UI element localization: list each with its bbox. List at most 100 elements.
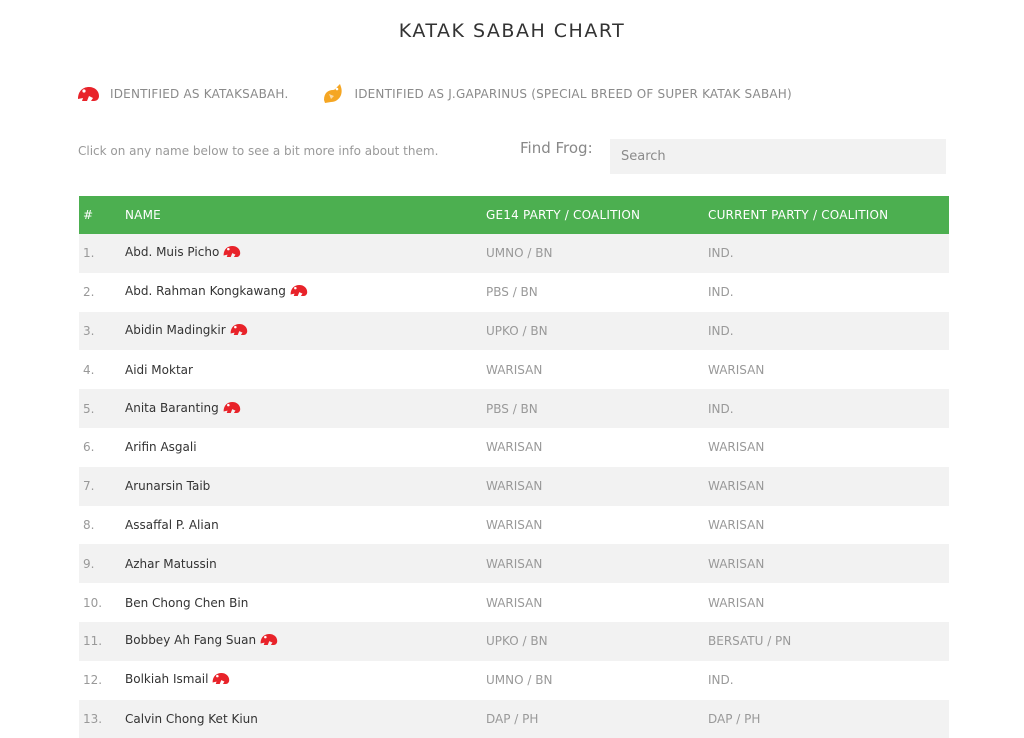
legend-gaparinus-label: IDENTIFIED AS J.GAPARINUS (SPECIAL BREED… [354, 87, 792, 101]
member-name[interactable]: Arifin Asgali [125, 440, 197, 454]
member-name-cell[interactable]: Assaffal P. Alian [125, 506, 486, 545]
member-name-cell[interactable]: Abd. Muis Picho [125, 234, 486, 273]
table-row: 5. Anita Baranting PBS / BN IND. [79, 389, 949, 428]
row-number: 9. [83, 556, 95, 571]
row-number: 12. [83, 673, 103, 688]
ge14-party: WARISAN [486, 362, 543, 377]
legend-item-katak: IDENTIFIED AS KATAKSABAH. [76, 85, 288, 103]
member-name[interactable]: Azhar Matussin [125, 557, 217, 571]
frog-red-icon [229, 322, 248, 340]
table-row: 1. Abd. Muis Picho UMNO / BN IND. [79, 234, 949, 273]
table-row: 13. Calvin Chong Ket Kiun DAP / PH DAP / PH [79, 699, 949, 738]
ge14-party: WARISAN [486, 479, 543, 494]
member-name-cell[interactable]: Arifin Asgali [125, 428, 486, 467]
table-row: 2. Abd. Rahman Kongkawang PBS / BN IND. [79, 272, 949, 312]
member-name-cell[interactable]: Calvin Chong Ket Kiun [125, 700, 486, 738]
ge14-party: WARISAN [486, 595, 543, 610]
member-name[interactable]: Ben Chong Chen Bin [125, 596, 248, 610]
frog-orange-icon [324, 84, 343, 103]
current-party: IND. [708, 246, 734, 261]
member-name[interactable]: Bolkiah Ismail [125, 672, 208, 686]
table-row: 7. Arunarsin Taib WARISAN WARISAN [79, 466, 949, 506]
frog-red-icon [289, 283, 308, 301]
current-party: IND. [708, 401, 734, 416]
member-name[interactable]: Abd. Muis Picho [125, 245, 219, 259]
ge14-party: WARISAN [486, 440, 543, 455]
row-number: 10. [83, 595, 103, 610]
member-name-cell[interactable]: Ben Chong Chen Bin [125, 583, 486, 622]
current-party: WARISAN [708, 556, 765, 571]
current-party: IND. [708, 285, 734, 300]
frog-red-icon [222, 244, 241, 262]
row-number: 8. [83, 517, 95, 532]
current-party: BERSATU / PN [708, 634, 792, 649]
instruction-text: Click on any name below to see a bit mor… [78, 144, 439, 158]
current-party: IND. [708, 323, 734, 338]
search-input[interactable] [610, 139, 946, 174]
member-name-cell[interactable]: Bolkiah Ismail [125, 661, 486, 700]
row-number: 3. [83, 323, 95, 338]
member-name[interactable]: Abd. Rahman Kongkawang [125, 284, 286, 298]
ge14-party: UPKO / BN [486, 634, 548, 649]
ge14-party: PBS / BN [486, 401, 538, 416]
table-row: 3. Abidin Madingkir UPKO / BN IND. [79, 311, 949, 351]
row-number: 11. [83, 634, 103, 649]
member-name-cell[interactable]: Arunarsin Taib [125, 467, 486, 506]
member-name-cell[interactable]: Abd. Rahman Kongkawang [125, 273, 486, 312]
find-frog-label: Find Frog: [520, 139, 593, 157]
page-title: KATAK SABAH CHART [398, 20, 626, 42]
member-name[interactable]: Arunarsin Taib [125, 479, 210, 493]
current-party: WARISAN [708, 517, 765, 532]
row-number: 7. [83, 479, 95, 494]
member-name-cell[interactable]: Abidin Madingkir [125, 312, 486, 351]
row-number: 5. [83, 401, 95, 416]
current-party: WARISAN [708, 479, 765, 494]
frog-red-icon [78, 87, 99, 101]
frog-red-icon [222, 400, 241, 418]
current-party: DAP / PH [708, 711, 761, 726]
row-number: 13. [83, 711, 103, 726]
ge14-party: UPKO / BN [486, 323, 548, 338]
legend-item-gaparinus: IDENTIFIED AS J.GAPARINUS (SPECIAL BREED… [320, 82, 792, 106]
row-number: 1. [83, 246, 95, 261]
current-party: WARISAN [708, 362, 765, 377]
column-header-number[interactable]: # [79, 196, 125, 234]
table-row: 11. Bobbey Ah Fang Suan UPKO / BN BERSATU /… [79, 621, 949, 661]
member-name-cell[interactable]: Anita Baranting [125, 389, 486, 428]
table-row: 6. Arifin Asgali WARISAN WARISAN [79, 427, 949, 467]
legend-katak-label: IDENTIFIED AS KATAKSABAH. [110, 87, 289, 101]
frog-red-icon [211, 671, 230, 689]
member-name-cell[interactable]: Azhar Matussin [125, 544, 486, 583]
current-party: IND. [708, 673, 734, 688]
table-row: 10. Ben Chong Chen Bin WARISAN WARISAN [79, 583, 949, 622]
frog-table: # NAME GE14 PARTY / COALITION CURRENT PA… [79, 196, 949, 738]
table-row: 12. Bolkiah Ismail UMNO / BN IND. [79, 660, 949, 700]
row-number: 4. [83, 362, 95, 377]
ge14-party: UMNO / BN [486, 673, 553, 688]
ge14-party: WARISAN [486, 556, 543, 571]
current-party: WARISAN [708, 595, 765, 610]
column-header-ge14-party[interactable]: GE14 PARTY / COALITION [486, 196, 708, 234]
table-row: 9. Azhar Matussin WARISAN WARISAN [79, 544, 949, 584]
row-number: 6. [83, 440, 95, 455]
ge14-party: DAP / PH [486, 711, 539, 726]
member-name[interactable]: Abidin Madingkir [125, 323, 226, 337]
member-name[interactable]: Bobbey Ah Fang Suan [125, 633, 256, 647]
column-header-current-party[interactable]: CURRENT PARTY / COALITION [708, 196, 949, 234]
member-name[interactable]: Calvin Chong Ket Kiun [125, 712, 258, 726]
legend: IDENTIFIED AS KATAKSABAH. IDENTIFIED AS … [76, 82, 792, 106]
member-name-cell[interactable]: Bobbey Ah Fang Suan [125, 622, 486, 661]
member-name[interactable]: Aidi Moktar [125, 363, 193, 377]
table-row: 8. Assaffal P. Alian WARISAN WARISAN [79, 505, 949, 545]
current-party: WARISAN [708, 440, 765, 455]
member-name[interactable]: Anita Baranting [125, 401, 219, 415]
ge14-party: UMNO / BN [486, 246, 553, 261]
table-header-row: # NAME GE14 PARTY / COALITION CURRENT PA… [79, 196, 949, 234]
table-row: 4. Aidi Moktar WARISAN WARISAN [79, 350, 949, 390]
member-name-cell[interactable]: Aidi Moktar [125, 350, 486, 389]
member-name[interactable]: Assaffal P. Alian [125, 518, 219, 532]
ge14-party: PBS / BN [486, 285, 538, 300]
frog-red-icon [259, 632, 278, 650]
column-header-name[interactable]: NAME [125, 196, 486, 234]
ge14-party: WARISAN [486, 517, 543, 532]
